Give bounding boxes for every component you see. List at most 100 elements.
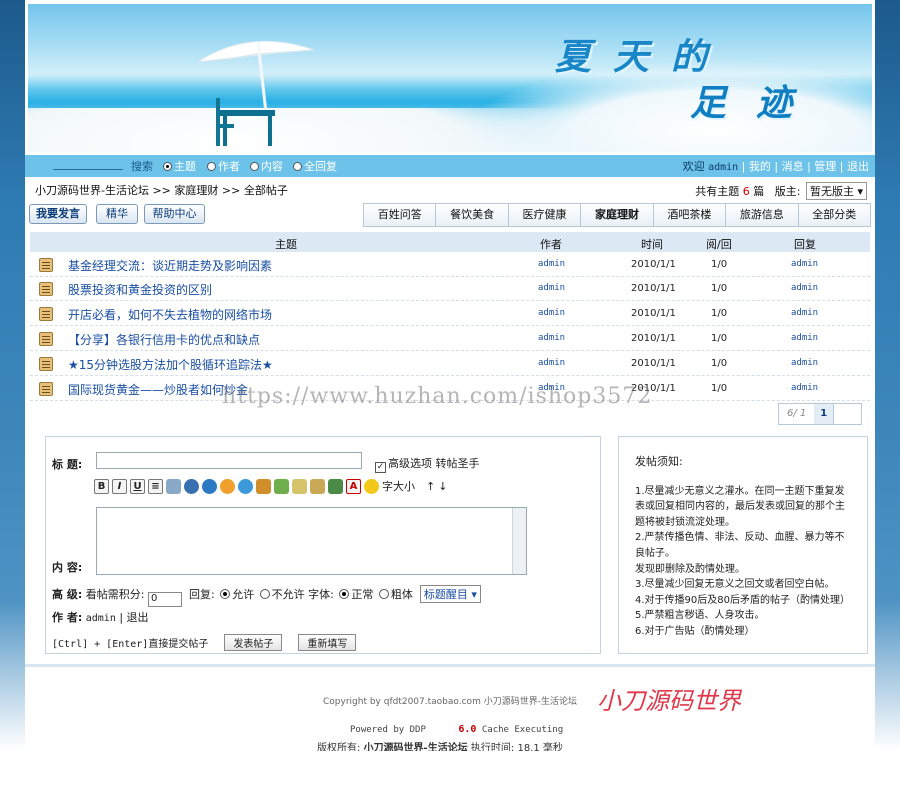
tab-all[interactable]: 全部分类 (798, 203, 871, 227)
moderator-select[interactable]: 暂无版主 ▾ (805, 182, 867, 200)
table-icon[interactable] (310, 478, 325, 494)
table-row[interactable]: 股票投资和黄金投资的区别 admin 2010/1/1 1/0 admin (30, 277, 870, 301)
font-size-control[interactable]: 字大小 (382, 478, 415, 494)
arrow-up-icon[interactable]: ↑ (426, 480, 435, 493)
category-tabs: 百姓问答 餐饮美食 医疗健康 家庭理财 酒吧茶楼 旅游信息 全部分类 (363, 203, 871, 227)
search-option-content[interactable]: 内容 (250, 158, 283, 174)
help-button[interactable]: 帮助中心 (144, 204, 205, 224)
globe-icon[interactable] (184, 478, 199, 494)
color-icon[interactable] (328, 478, 343, 494)
last-reply-author[interactable]: admin (791, 358, 818, 368)
topic-author[interactable]: admin (538, 259, 565, 269)
media-icon[interactable] (220, 478, 235, 494)
reply-disallow-radio[interactable] (259, 589, 270, 599)
last-reply-author[interactable]: admin (791, 383, 818, 393)
signature-logo: 小刀源码世界 (597, 687, 741, 715)
reply-allow-radio[interactable] (220, 589, 231, 599)
bold-icon[interactable]: B (94, 478, 109, 494)
digest-button[interactable]: 精华 (96, 204, 138, 224)
chat-icon[interactable] (202, 478, 217, 494)
pagination: 6/ 1 1 (778, 403, 863, 425)
topic-date: 2010/1/1 (631, 333, 676, 344)
table-row[interactable]: 开店必看，如何不失去植物的网络市场 admin 2010/1/1 1/0 adm… (30, 302, 870, 326)
image-icon[interactable] (166, 478, 181, 494)
topic-title[interactable]: 开店必看，如何不失去植物的网络市场 (68, 306, 272, 323)
tab-bar[interactable]: 酒吧茶楼 (653, 203, 727, 227)
radio-icon (163, 162, 172, 171)
topic-author[interactable]: admin (538, 308, 565, 318)
scrollbar[interactable] (512, 508, 526, 574)
code-icon[interactable] (256, 478, 271, 494)
arrow-down-icon[interactable]: ↓ (438, 480, 447, 493)
search-input[interactable] (53, 169, 123, 170)
table-row[interactable]: 【分享】各银行信用卡的优点和缺点 admin 2010/1/1 1/0 admi… (30, 327, 870, 351)
smiley-icon[interactable] (364, 478, 379, 494)
advanced-options-checkbox[interactable]: ✓ 高级选项 转帖圣手 (375, 455, 480, 473)
repost-helper-link[interactable]: 转帖圣手 (436, 457, 480, 470)
topic-icon (39, 282, 53, 296)
topic-author[interactable]: admin (538, 283, 565, 293)
link-logout[interactable]: 退出 (847, 160, 869, 173)
font-bold-radio[interactable] (378, 589, 389, 599)
topic-icon (39, 357, 53, 371)
title-highlight-select[interactable]: 标题醒目 ▾ (419, 585, 481, 603)
table-row[interactable]: ★15分钟选股方法加个股循环追踪法★ admin 2010/1/1 1/0 ad… (30, 352, 870, 376)
last-reply-author[interactable]: admin (791, 308, 818, 318)
new-post-button[interactable]: 我要发言 (29, 204, 87, 224)
topic-date: 2010/1/1 (631, 308, 676, 319)
tab-finance[interactable]: 家庭理财 (581, 203, 654, 227)
font-normal-radio[interactable] (339, 589, 350, 599)
submit-button[interactable]: 发表帖子 (224, 634, 283, 651)
link-my[interactable]: 我的 (749, 160, 771, 173)
logout-link[interactable]: 退出 (127, 611, 149, 624)
search-bar: 搜索 主题 作者 内容 全回复 欢迎 admin | 我的 | 消息 | 管理 … (25, 155, 875, 177)
search-option-reply[interactable]: 全回复 (293, 158, 337, 174)
topic-title[interactable]: 基金经理交流：谈近期走势及影响因素 (68, 257, 272, 274)
search-option-topic[interactable]: 主题 (163, 158, 196, 174)
search-button[interactable]: 搜索 (131, 158, 153, 174)
tab-food[interactable]: 餐饮美食 (436, 203, 509, 227)
topic-title[interactable]: 【分享】各银行信用卡的优点和缺点 (68, 331, 260, 348)
font-color-icon[interactable]: A (346, 478, 361, 494)
underline-icon[interactable]: U (130, 478, 145, 494)
tab-travel[interactable]: 旅游信息 (726, 203, 799, 227)
points-input[interactable]: 0 (147, 592, 182, 607)
flash-icon[interactable] (238, 478, 253, 494)
breadcrumb-forum[interactable]: 家庭理财 (174, 184, 218, 197)
tab-qa[interactable]: 百姓问答 (363, 203, 437, 227)
content-textarea[interactable] (96, 507, 527, 575)
topic-author[interactable]: admin (538, 358, 565, 368)
link-icon[interactable] (274, 478, 289, 494)
page-next[interactable] (833, 404, 861, 424)
tab-health[interactable]: 医疗健康 (508, 203, 582, 227)
banner-title-line1: 夏天的 (555, 36, 730, 78)
reset-button[interactable]: 重新填写 (298, 634, 357, 651)
page-current[interactable]: 1 (814, 404, 834, 424)
footer: Copyright by qfdt2007.taobao.com 小刀源码世界-… (25, 664, 875, 751)
user-bar: 欢迎 admin | 我的 | 消息 | 管理 | 退出 (682, 160, 869, 173)
chevron-down-icon: ▾ (471, 588, 477, 601)
align-center-icon[interactable]: ≡ (148, 478, 163, 494)
topic-title[interactable]: ★15分钟选股方法加个股循环追踪法★ (68, 356, 273, 373)
breadcrumb-current: 全部帖子 (243, 184, 288, 197)
radio-icon (250, 162, 259, 171)
topic-icon (39, 258, 53, 272)
breadcrumb-site[interactable]: 小刀源码世界-生活论坛 (35, 184, 149, 197)
topic-title[interactable]: 国际现货黄金——炒股者如何炒金 (68, 381, 248, 398)
topic-table-header: 主题 作者 时间 阅/回 回复 (30, 232, 870, 252)
search-option-author[interactable]: 作者 (207, 158, 240, 174)
italic-icon[interactable]: I (112, 478, 127, 494)
link-messages[interactable]: 消息 (782, 160, 804, 173)
site-banner: 夏天的 足迹 (25, 0, 875, 155)
topic-stats: 1/0 (711, 383, 728, 394)
table-row[interactable]: 基金经理交流：谈近期走势及影响因素 admin 2010/1/1 1/0 adm… (30, 253, 870, 277)
last-reply-author[interactable]: admin (791, 333, 818, 343)
last-reply-author[interactable]: admin (791, 283, 818, 293)
quote-icon[interactable] (292, 478, 307, 494)
topic-author[interactable]: admin (538, 333, 565, 343)
username[interactable]: admin (708, 162, 738, 173)
last-reply-author[interactable]: admin (791, 259, 818, 269)
link-admin[interactable]: 管理 (814, 160, 836, 173)
topic-title[interactable]: 股票投资和黄金投资的区别 (68, 281, 212, 298)
title-input[interactable] (96, 452, 362, 469)
